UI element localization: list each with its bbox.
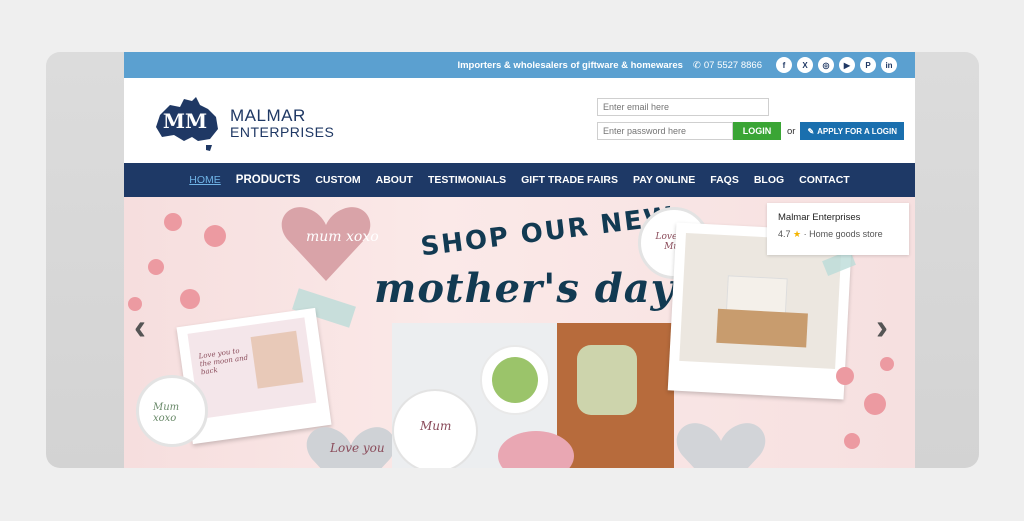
or-label: or xyxy=(787,125,796,137)
brand-line1: MALMAR xyxy=(230,105,306,125)
nav-contact[interactable]: CONTACT xyxy=(799,174,850,186)
linkedin-icon[interactable]: in xyxy=(881,57,897,73)
flower-decoration xyxy=(844,433,860,449)
facebook-icon[interactable]: f xyxy=(776,57,792,73)
nav-about[interactable]: ABOUT xyxy=(376,174,413,186)
instagram-icon[interactable]: ◎ xyxy=(818,57,834,73)
website: Importers & wholesalers of giftware & ho… xyxy=(124,52,915,468)
google-business-card[interactable]: Malmar Enterprises 4.7 ★ · Home goods st… xyxy=(767,203,909,255)
svg-text:MM: MM xyxy=(163,109,207,133)
flower-decoration xyxy=(204,225,226,247)
nav-home[interactable]: HOME xyxy=(189,174,221,186)
pinterest-icon[interactable]: P xyxy=(860,57,876,73)
main-nav: HOME PRODUCTS CUSTOM ABOUT TESTIMONIALS … xyxy=(124,163,915,197)
nav-products[interactable]: PRODUCTS xyxy=(236,174,301,186)
edit-icon: ✎ xyxy=(807,126,815,136)
bench xyxy=(716,308,808,348)
youtube-icon[interactable]: ▶ xyxy=(839,57,855,73)
flower-decoration xyxy=(180,289,200,309)
slider-next-arrow-icon[interactable]: › xyxy=(876,309,888,345)
frame-caption: Love you to the moon and back xyxy=(198,346,249,377)
apply-login-button[interactable]: ✎ APPLY FOR A LOGIN xyxy=(800,122,905,140)
flower-decoration xyxy=(148,259,164,275)
password-field[interactable] xyxy=(597,122,733,140)
wooden-board xyxy=(557,323,674,468)
slider-prev-arrow-icon[interactable]: ‹ xyxy=(134,309,146,345)
phone-icon: ✆ xyxy=(692,59,701,71)
drink-glass xyxy=(492,357,538,403)
plate-product xyxy=(480,345,550,415)
nav-blog[interactable]: BLOG xyxy=(754,174,784,186)
phone-text: 07 5527 8866 xyxy=(703,59,762,71)
coaster-text: Mum xoxo xyxy=(153,402,180,424)
heart-tag-text: Love you xyxy=(330,441,385,455)
rating-value: 4.7 xyxy=(778,229,791,239)
header: MM MALMAR ENTERPRISES LOGIN or ✎ APPLY F… xyxy=(124,78,915,163)
portrait-photo xyxy=(250,330,304,389)
coaster-product: Mum xyxy=(392,389,478,468)
logo-australia-icon: MM xyxy=(152,95,222,151)
phone-number[interactable]: ✆ 07 5527 8866 xyxy=(693,60,762,71)
heart-tag-text: mum xoxo xyxy=(306,229,379,245)
tagline: Importers & wholesalers of giftware & ho… xyxy=(457,59,683,71)
email-field[interactable] xyxy=(597,98,769,116)
hero-banner[interactable]: mum xoxo Love you to the moon and back M… xyxy=(124,197,915,468)
coaster-product: Mum xoxo xyxy=(136,375,208,447)
login-button[interactable]: LOGIN xyxy=(733,122,781,140)
flower-decoration xyxy=(164,213,182,231)
coaster-text: Mum xyxy=(420,419,452,433)
logo-text: MALMAR ENTERPRISES xyxy=(230,105,335,140)
nav-pay-online[interactable]: PAY ONLINE xyxy=(633,174,695,186)
hero-title-line2: mother's day xyxy=(374,265,675,312)
flower-decoration xyxy=(880,357,894,371)
brand-line2: ENTERPRISES xyxy=(230,123,335,140)
login-form: LOGIN or ✎ APPLY FOR A LOGIN xyxy=(597,98,905,140)
nav-testimonials[interactable]: TESTIMONIALS xyxy=(428,174,506,186)
star-icon: ★ xyxy=(793,229,802,239)
apply-login-label: APPLY FOR A LOGIN xyxy=(817,126,898,136)
heart-tag-product xyxy=(676,419,766,468)
flower-decoration xyxy=(836,367,854,385)
nav-faqs[interactable]: FAQS xyxy=(710,174,739,186)
hero-title-line1: SHOP OUR NEW xyxy=(419,201,677,263)
business-rating: 4.7 ★ · Home goods store xyxy=(778,229,909,240)
drink-jar xyxy=(577,345,637,415)
business-name: Malmar Enterprises xyxy=(778,212,861,223)
nav-gift-trade-fairs[interactable]: GIFT TRADE FAIRS xyxy=(521,174,618,186)
x-twitter-icon[interactable]: X xyxy=(797,57,813,73)
social-links: f X ◎ ▶ P in xyxy=(776,57,897,73)
nav-custom[interactable]: CUSTOM xyxy=(315,174,360,186)
flower-decoration xyxy=(864,393,886,415)
product-scene-photo: Mum xyxy=(392,323,674,468)
business-category: · Home goods store xyxy=(803,229,883,239)
logo[interactable]: MM MALMAR ENTERPRISES xyxy=(152,95,334,151)
top-bar: Importers & wholesalers of giftware & ho… xyxy=(124,52,915,78)
cushion xyxy=(725,275,788,315)
